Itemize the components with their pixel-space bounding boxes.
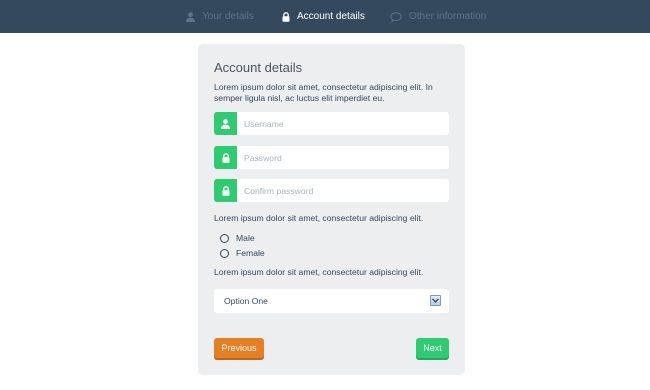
lock-icon — [214, 179, 237, 202]
username-field — [214, 112, 449, 135]
radio-label: Male — [236, 233, 255, 243]
previous-button[interactable]: Previous — [214, 338, 264, 358]
account-details-card: Account details Lorem ipsum dolor sit am… — [198, 44, 465, 375]
user-icon — [186, 11, 195, 22]
password-field — [214, 146, 449, 169]
select-value: Option One — [224, 296, 268, 306]
next-button[interactable]: Next — [416, 338, 449, 358]
step-label: Other information — [409, 11, 487, 22]
radio-circle[interactable] — [220, 233, 229, 243]
step-other-information[interactable]: Other information — [390, 0, 486, 33]
option-select[interactable]: Option One — [214, 289, 449, 313]
username-input[interactable] — [237, 112, 449, 135]
password-input[interactable] — [237, 146, 449, 169]
radio-male[interactable]: Male — [220, 233, 255, 243]
radio-female[interactable]: Female — [220, 248, 265, 258]
step-label: Account details — [297, 11, 365, 22]
select-prompt: Lorem ipsum dolor sit amet, consectetur … — [214, 267, 424, 277]
form-description: Lorem ipsum dolor sit amet, consectetur … — [214, 82, 433, 103]
lock-icon — [214, 146, 237, 169]
step-account-details[interactable]: Account details — [282, 0, 365, 33]
wizard-steps-bar: Your details Account details Other infor… — [0, 0, 650, 33]
page-title: Account details — [214, 60, 303, 75]
step-label: Your details — [202, 11, 254, 22]
radio-label: Female — [236, 248, 265, 258]
gender-prompt: Lorem ipsum dolor sit amet, consectetur … — [214, 213, 424, 223]
confirm-password-input[interactable] — [237, 179, 449, 202]
confirm-password-field — [214, 179, 449, 202]
step-your-details[interactable]: Your details — [186, 0, 254, 33]
lock-icon — [282, 11, 290, 22]
chat-bubble-icon — [390, 11, 402, 22]
user-icon — [214, 112, 237, 135]
chevron-down-icon[interactable] — [430, 295, 441, 306]
radio-circle[interactable] — [220, 248, 229, 258]
